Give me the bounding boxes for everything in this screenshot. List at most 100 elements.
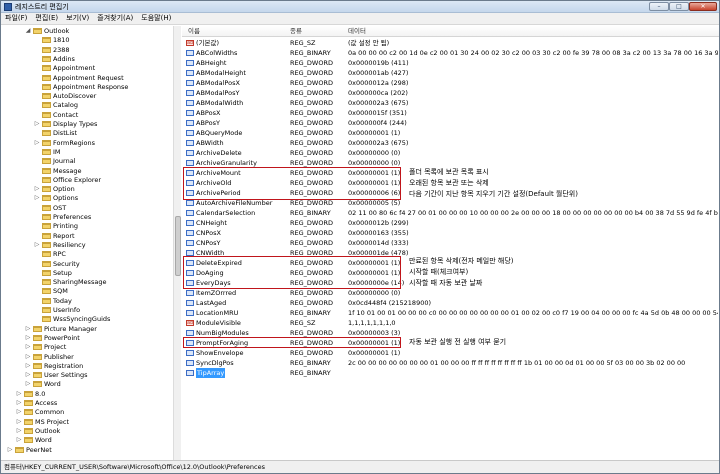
key-tree[interactable]: ◢ Outlook 1810 2388 Addins Appointment Appoint… <box>1 26 181 460</box>
tree-item[interactable]: Access <box>24 399 57 408</box>
expand-toggle[interactable]: ▷ <box>16 427 22 434</box>
tree-item[interactable]: Journal <box>42 157 75 166</box>
value-row[interactable]: ABPosX REG_DWORD 0x0000015f (351) <box>182 108 719 118</box>
menu-help[interactable]: 도움말(H) <box>137 13 175 24</box>
expand-toggle[interactable]: ▷ <box>25 344 31 350</box>
tree-item[interactable]: Word <box>33 380 61 389</box>
expand-toggle[interactable]: ▷ <box>7 446 13 453</box>
value-row[interactable]: ABHeight REG_DWORD 0x0000019b (411) <box>182 58 719 68</box>
tree-item[interactable]: Appointment Request <box>42 74 124 83</box>
value-row[interactable]: ABWidth REG_DWORD 0x000002a3 (675) <box>182 138 719 148</box>
tree-item[interactable]: MS Project <box>24 418 69 427</box>
tree-item[interactable]: Outlook <box>33 27 69 36</box>
expand-toggle[interactable]: ▷ <box>34 186 40 192</box>
tree-item[interactable]: PowerPoint <box>33 334 80 343</box>
value-row[interactable]: ABQueryMode REG_DWORD 0x00000001 (1) <box>182 128 719 138</box>
column-type[interactable]: 종류 <box>290 26 302 37</box>
tree-item[interactable]: Outlook <box>24 427 60 436</box>
tree-item[interactable]: Message <box>42 167 82 176</box>
tree-item[interactable]: Addins <box>42 55 75 64</box>
tree-item[interactable]: IM <box>42 148 61 157</box>
tree-item[interactable]: 8.0 <box>24 390 45 399</box>
value-row[interactable]: ModuleVisible REG_SZ 1,1,1,1,1,1,1,0 <box>182 318 719 328</box>
expand-toggle[interactable]: ▷ <box>16 437 22 443</box>
tree-item[interactable]: Word <box>24 436 52 445</box>
expand-toggle[interactable]: ▷ <box>25 362 31 369</box>
tree-item[interactable]: Preferences <box>42 213 91 222</box>
tree-item[interactable]: 1810 <box>42 36 70 45</box>
tree-scrollbar-thumb[interactable] <box>175 216 181 276</box>
tree-item[interactable]: Registration <box>33 362 83 371</box>
value-row[interactable]: LastAged REG_DWORD 0x0cd448f4 (215218900) <box>182 298 719 308</box>
tree-item[interactable]: DistList <box>42 129 77 138</box>
value-row[interactable]: CNPosX REG_DWORD 0x00000163 (355) <box>182 228 719 238</box>
tree-item[interactable]: Publisher <box>33 353 74 362</box>
tree-item[interactable]: 2388 <box>42 46 70 55</box>
value-row[interactable]: ABModalWidth REG_DWORD 0x000002a3 (675) <box>182 98 719 108</box>
tree-item[interactable]: Display Types <box>42 120 97 129</box>
value-row[interactable]: ABModalPosY REG_DWORD 0x000000ca (202) <box>182 88 719 98</box>
tree-item[interactable]: UserInfo <box>42 306 80 315</box>
tree-item[interactable]: Contact <box>42 111 78 120</box>
tree-item[interactable]: RPC <box>42 250 66 259</box>
tree-item[interactable]: PeerNet <box>15 446 52 455</box>
value-row[interactable]: SyncDlgPos REG_BINARY 2c 00 00 00 00 00 00… <box>182 358 719 368</box>
tree-scrollbar[interactable] <box>173 26 181 460</box>
tree-item[interactable]: Printing <box>42 222 78 231</box>
expand-toggle[interactable]: ▷ <box>16 390 22 397</box>
value-row[interactable]: ABModalPosX REG_DWORD 0x0000012a (298) <box>182 78 719 88</box>
expand-toggle[interactable]: ▷ <box>34 121 40 127</box>
value-row[interactable]: (기본값) REG_SZ (값 설정 안 됨) <box>182 38 719 48</box>
tree-item[interactable]: OST <box>42 204 66 213</box>
tree-item[interactable]: Common <box>24 408 64 417</box>
tree-item[interactable]: Report <box>42 232 75 241</box>
tree-item[interactable]: Options <box>42 194 78 203</box>
expand-toggle[interactable]: ▷ <box>16 418 22 425</box>
tree-item[interactable]: WssSyncingGuids <box>42 315 110 324</box>
expand-toggle[interactable]: ▷ <box>25 381 31 387</box>
tree-item[interactable]: User Settings <box>33 371 88 380</box>
tree-item[interactable]: Office Explorer <box>42 176 101 185</box>
expand-toggle[interactable]: ▷ <box>16 400 22 406</box>
minimize-button[interactable]: – <box>649 2 669 11</box>
maximize-button[interactable]: □ <box>669 2 689 11</box>
expand-toggle[interactable]: ▷ <box>25 334 31 341</box>
tree-item[interactable]: Appointment <box>42 64 95 73</box>
tree-item[interactable]: Security <box>42 260 80 269</box>
value-row[interactable]: CNHeight REG_DWORD 0x0000012b (299) <box>182 218 719 228</box>
tree-item[interactable]: Today <box>42 297 72 306</box>
tree-item[interactable]: SharingMessage <box>42 278 106 287</box>
menu-view[interactable]: 보기(V) <box>62 13 93 24</box>
tree-item[interactable]: Project <box>33 343 66 352</box>
value-row[interactable]: LocationMRU REG_BINARY 1f 10 01 00 01 00 0… <box>182 308 719 318</box>
value-row[interactable]: ABModalHeight REG_DWORD 0x000001ab (427) <box>182 68 719 78</box>
collapse-toggle[interactable]: ◢ <box>25 28 31 34</box>
close-button[interactable]: ✕ <box>689 2 717 11</box>
value-row[interactable]: TipArray REG_BINARY <box>182 368 719 378</box>
menu-favorites[interactable]: 즐겨찾기(A) <box>93 13 137 24</box>
expand-toggle[interactable]: ▷ <box>34 241 40 248</box>
value-row[interactable]: ABPosY REG_DWORD 0x000000f4 (244) <box>182 118 719 128</box>
value-row[interactable]: ItemZOrrred REG_DWORD 0x00000000 (0) <box>182 288 719 298</box>
tree-item[interactable]: Catalog <box>42 101 78 110</box>
value-row[interactable]: ShowEnvelope REG_DWORD 0x00000001 (1) <box>182 348 719 358</box>
tree-item[interactable]: Appointment Response <box>42 83 128 92</box>
expand-toggle[interactable]: ▷ <box>25 372 31 378</box>
column-data[interactable]: 데이터 <box>348 26 366 37</box>
value-list[interactable]: 이름 종류 데이터 (기본값)REG_SZ(값 설정 안 됨)ABColWidt… <box>182 26 719 460</box>
tree-item[interactable]: Option <box>42 185 75 194</box>
expand-toggle[interactable]: ▷ <box>34 195 40 201</box>
tree-item[interactable]: AutoDiscover <box>42 92 96 101</box>
value-row[interactable]: CNPosY REG_DWORD 0x0000014d (333) <box>182 238 719 248</box>
value-row[interactable]: CalendarSelection REG_BINARY 02 11 00 80 6… <box>182 208 719 218</box>
value-row[interactable]: ArchiveDelete REG_DWORD 0x00000000 (0) <box>182 148 719 158</box>
expand-toggle[interactable]: ▷ <box>25 325 31 332</box>
tree-item[interactable]: SQM <box>42 287 68 296</box>
tree-item[interactable]: Resiliency <box>42 241 86 250</box>
column-name[interactable]: 이름 <box>188 26 200 37</box>
tree-item[interactable]: FormRegions <box>42 139 95 148</box>
expand-toggle[interactable]: ▷ <box>25 353 31 360</box>
tree-item[interactable]: Setup <box>42 269 72 278</box>
menu-file[interactable]: 파일(F) <box>1 13 31 24</box>
expand-toggle[interactable]: ▷ <box>16 409 22 415</box>
